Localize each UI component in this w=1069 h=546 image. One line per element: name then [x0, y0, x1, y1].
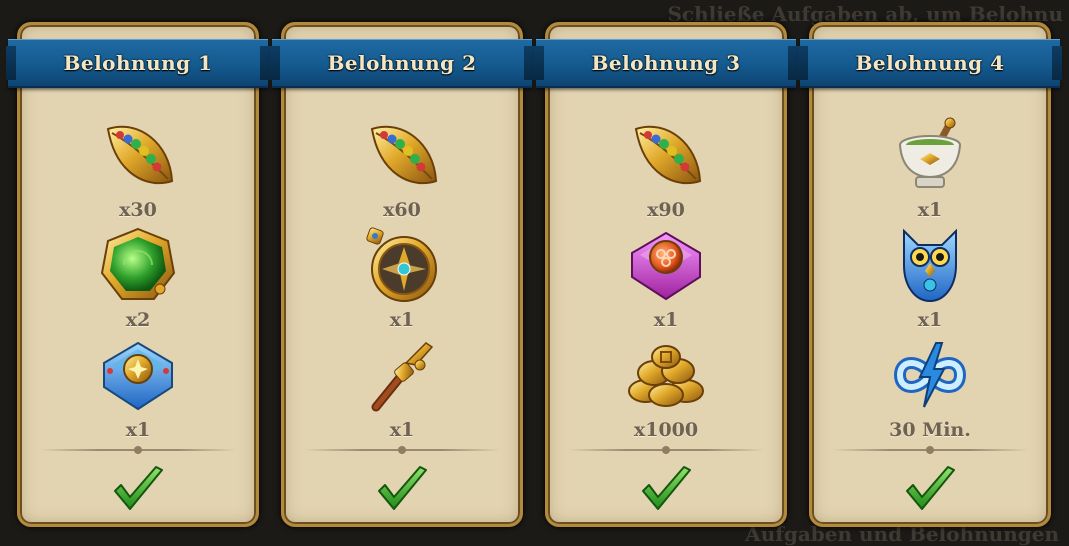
reward-item[interactable]: 30 Min.: [812, 333, 1048, 443]
infinite-energy-icon: [888, 333, 972, 417]
reward-quantity: x1000: [633, 419, 699, 441]
gold-coins-icon: [624, 333, 708, 417]
pointing-wand-icon: [360, 333, 444, 417]
reward-panel-title: Belohnung 4: [855, 51, 1005, 75]
panel-divider: [40, 446, 236, 454]
reward-panel-header: Belohnung 4: [798, 39, 1062, 88]
mortar-pestle-icon: [888, 113, 972, 197]
panel-divider: [568, 446, 764, 454]
panel-divider: [304, 446, 500, 454]
reward-quantity: x90: [647, 199, 685, 221]
reward-quantity: x1: [125, 419, 151, 441]
reward-item[interactable]: x1000: [548, 333, 784, 443]
gem-leaf-icon: [96, 113, 180, 197]
gem-leaf-icon: [624, 113, 708, 197]
reward-panel-header: Belohnung 3: [534, 39, 798, 88]
reward-item[interactable]: x2: [20, 223, 256, 333]
reward-item[interactable]: x90: [548, 113, 784, 223]
pink-clover-box-icon: [624, 223, 708, 307]
checkmark-icon: [378, 466, 427, 510]
reward-item[interactable]: x30: [20, 113, 256, 223]
reward-panel-2: Belohnung 2 x60 x1 x1: [270, 22, 534, 527]
gem-leaf-icon: [360, 113, 444, 197]
panel-divider: [832, 446, 1028, 454]
reward-panel-header: Belohnung 2: [270, 39, 534, 88]
reward-quantity: x60: [383, 199, 421, 221]
blue-owl-icon: [888, 223, 972, 307]
reward-quantity: x1: [653, 309, 679, 331]
reward-quantity: x1: [917, 199, 943, 221]
reward-quantity: x30: [119, 199, 157, 221]
checkmark-icon: [114, 466, 163, 510]
reward-item[interactable]: x1: [548, 223, 784, 333]
reward-item[interactable]: x60: [284, 113, 520, 223]
checkmark-icon: [906, 466, 955, 510]
reward-item[interactable]: x1: [812, 113, 1048, 223]
green-emblem-icon: [96, 223, 180, 307]
reward-item[interactable]: x1: [812, 223, 1048, 333]
reward-panel-title: Belohnung 1: [63, 51, 213, 75]
reward-item[interactable]: x1: [284, 223, 520, 333]
reward-panel-1: Belohnung 1 x30 x2 x1: [6, 22, 270, 527]
reward-panel-title: Belohnung 2: [327, 51, 477, 75]
reward-panel-3: Belohnung 3 x90 x1 x1000: [534, 22, 798, 527]
compass-amulet-icon: [360, 223, 444, 307]
reward-panel-4: Belohnung 4 x1 x1 30 Min.: [798, 22, 1062, 527]
reward-quantity: x1: [389, 419, 415, 441]
reward-quantity: x2: [125, 309, 151, 331]
reward-quantity: x1: [389, 309, 415, 331]
blue-sun-box-icon: [96, 333, 180, 417]
reward-panel-title: Belohnung 3: [591, 51, 741, 75]
checkmark-icon: [642, 466, 691, 510]
reward-item[interactable]: x1: [284, 333, 520, 443]
reward-quantity: x1: [917, 309, 943, 331]
reward-panel-header: Belohnung 1: [6, 39, 270, 88]
reward-quantity: 30 Min.: [889, 419, 971, 441]
reward-item[interactable]: x1: [20, 333, 256, 443]
